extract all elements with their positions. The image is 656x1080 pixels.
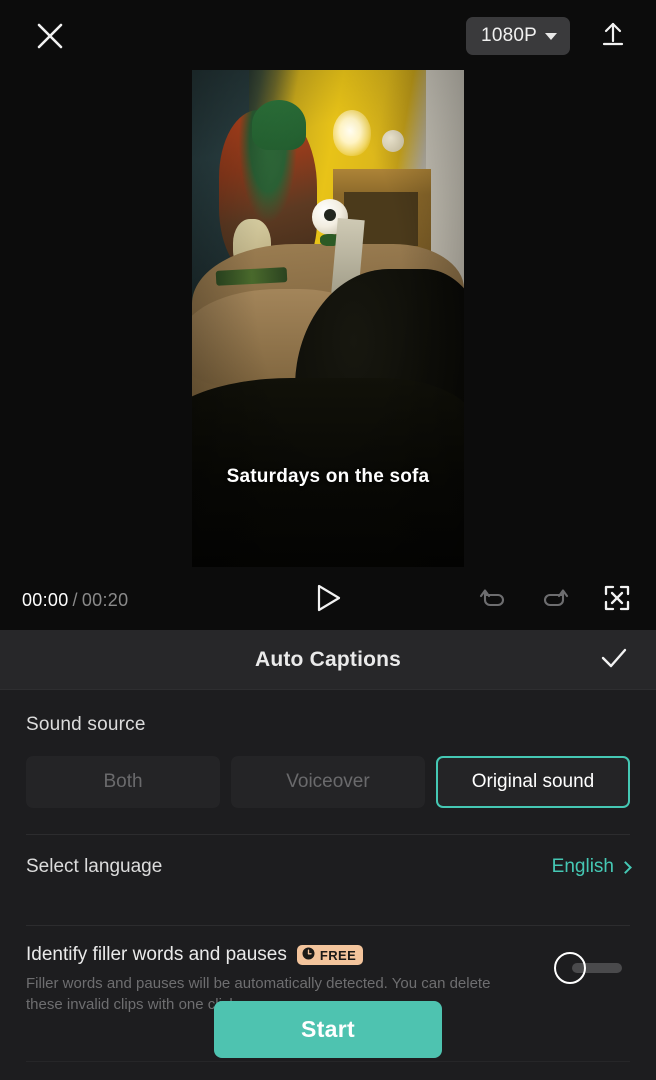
fullscreen-button[interactable] (600, 583, 634, 617)
playback-bar: 00:00/00:20 (0, 570, 656, 630)
chip-label: Both (103, 771, 143, 792)
video-caption-text: Saturdays on the sofa (226, 466, 430, 487)
confirm-button[interactable] (594, 642, 634, 678)
chip-label: Voiceover (286, 771, 370, 792)
play-button[interactable] (306, 578, 350, 622)
filler-words-toggle[interactable] (554, 952, 622, 984)
sound-source-options: Both Voiceover Original sound (26, 756, 630, 808)
page-title: Auto Captions (254, 647, 402, 671)
export-button[interactable] (592, 16, 634, 56)
total-time: 00:20 (81, 589, 129, 610)
close-button[interactable] (30, 16, 70, 56)
redo-icon (541, 585, 569, 616)
filler-words-title-line: Identify filler words and pauses FREE (26, 944, 510, 966)
resolution-label: 1080P (481, 25, 537, 46)
upload-icon (598, 19, 628, 54)
chevron-right-icon (619, 860, 632, 874)
sound-source-option-voiceover[interactable]: Voiceover (231, 756, 425, 808)
check-icon (599, 645, 629, 676)
play-icon (314, 583, 342, 618)
close-icon (34, 20, 66, 52)
sound-source-option-both[interactable]: Both (26, 756, 220, 808)
chip-label: Original sound (471, 771, 595, 792)
start-button-label: Start (301, 1016, 355, 1042)
undo-button[interactable] (476, 583, 510, 617)
video-preview-area: Saturdays on the sofa (0, 70, 656, 570)
toggle-knob (554, 952, 586, 984)
current-time: 00:00 (22, 589, 69, 610)
clock-icon (302, 947, 315, 963)
chevron-down-icon (545, 32, 557, 40)
resolution-selector[interactable]: 1080P (466, 17, 570, 55)
top-bar: 1080P (0, 0, 656, 70)
video-frame-image (192, 70, 464, 567)
panel-body: Sound source Both Voiceover Original sou… (0, 690, 656, 1080)
auto-captions-panel: Auto Captions Sound source Both Voiceove… (0, 630, 656, 1080)
select-language-value[interactable]: English (551, 856, 632, 878)
sound-source-option-original-sound[interactable]: Original sound (436, 756, 630, 808)
select-language-label: Select language (26, 856, 163, 877)
sound-source-label: Sound source (26, 714, 146, 735)
redo-button[interactable] (538, 583, 572, 617)
language-value-text: English (551, 856, 614, 877)
panel-header: Auto Captions (0, 630, 656, 690)
undo-icon (479, 585, 507, 616)
start-button[interactable]: Start (214, 1001, 442, 1058)
timecode-display: 00:00/00:20 (22, 590, 128, 611)
playback-right-controls (476, 583, 634, 617)
capcut-auto-captions-screen: 1080P Saturdays on the sofa 00:00 / 00:2… (0, 0, 656, 1080)
bottom-divider (26, 1061, 630, 1062)
select-language-row[interactable]: Select language English (26, 835, 632, 899)
free-badge-label: FREE (319, 947, 357, 963)
filler-words-label: Identify filler words and pauses (26, 944, 287, 965)
fullscreen-icon (604, 585, 630, 616)
free-badge: FREE (296, 945, 364, 965)
time-separator: / (72, 589, 78, 610)
video-player[interactable]: Saturdays on the sofa (192, 70, 464, 567)
